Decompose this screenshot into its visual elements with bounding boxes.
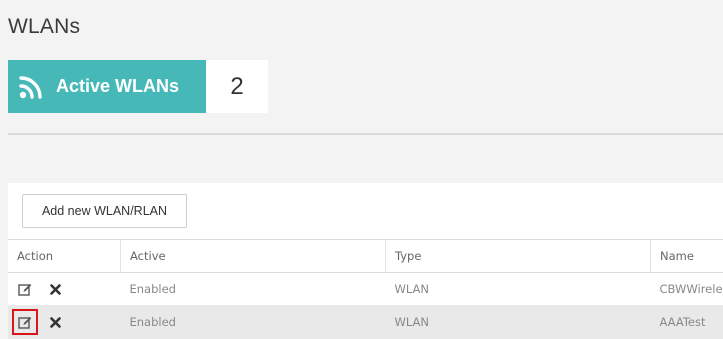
active-wlans-count: 2 — [206, 60, 268, 113]
active-wlans-label: Active WLANs — [56, 76, 179, 97]
active-wlans-summary: Active WLANs 2 — [8, 60, 268, 113]
active-cell: Enabled — [121, 306, 386, 339]
table-header-row: Action Active Type Name — [8, 240, 723, 273]
active-cell: Enabled — [121, 273, 386, 306]
section-divider — [8, 133, 723, 135]
action-cell — [8, 306, 121, 339]
header-action: Action — [8, 240, 121, 273]
page-title: WLANs — [8, 15, 80, 39]
name-cell: AAATest — [651, 306, 723, 339]
type-cell: WLAN — [386, 306, 651, 339]
edit-icon[interactable] — [14, 278, 36, 300]
header-active[interactable]: Active — [121, 240, 386, 273]
type-cell: WLAN — [386, 273, 651, 306]
action-cell — [8, 273, 121, 306]
name-cell: CBWWireless — [651, 273, 723, 306]
wlan-table: Action Active Type Name — [8, 239, 723, 339]
add-wlan-button[interactable]: Add new WLAN/RLAN — [22, 194, 187, 228]
header-name[interactable]: Name — [651, 240, 723, 273]
delete-icon[interactable] — [48, 278, 62, 300]
header-type[interactable]: Type — [386, 240, 651, 273]
table-row: Enabled WLAN AAATest — [8, 306, 723, 339]
wifi-icon — [18, 74, 44, 100]
active-wlans-label-box: Active WLANs — [8, 60, 206, 113]
wlan-panel: Add new WLAN/RLAN Action Active Type Nam… — [8, 183, 723, 336]
delete-icon[interactable] — [48, 311, 62, 333]
table-row: Enabled WLAN CBWWireless — [8, 273, 723, 306]
edit-icon[interactable] — [14, 311, 36, 333]
